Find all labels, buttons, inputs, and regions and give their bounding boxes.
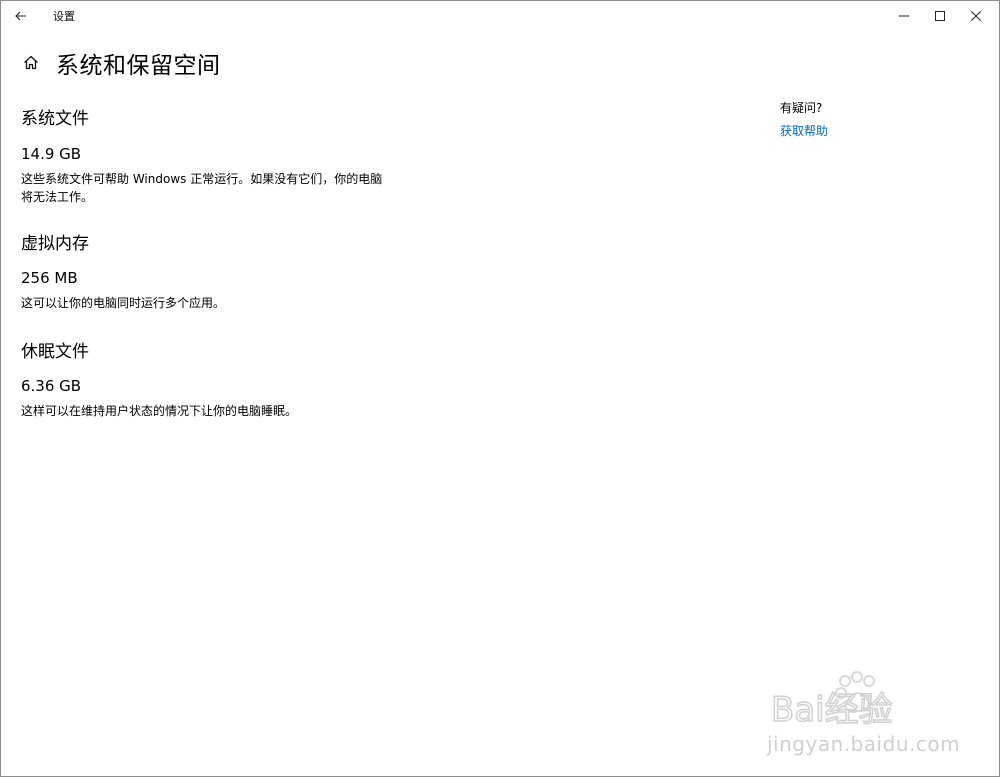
title-bar: 设置 (1, 1, 999, 31)
home-button[interactable] (20, 51, 42, 73)
home-icon (24, 55, 38, 69)
system-files-heading: 系统文件 (21, 109, 89, 129)
close-icon (971, 11, 981, 21)
hibernation-file-heading: 休眠文件 (21, 342, 89, 362)
page-title: 系统和保留空间 (56, 53, 221, 79)
watermark-brand: Bai经验 (771, 690, 893, 730)
settings-window: 设置 系统和保留空间 系统文件 14.9 GB 这些系统文件可帮助 Window… (0, 0, 1000, 777)
system-files-size: 14.9 GB (21, 145, 82, 163)
watermark-url: jingyan.baidu.com (767, 732, 961, 756)
maximize-icon (935, 11, 945, 21)
minimize-button[interactable] (887, 1, 921, 31)
back-arrow-icon (15, 11, 26, 21)
maximize-button[interactable] (923, 1, 957, 31)
system-files-description: 这些系统文件可帮助 Windows 正常运行。如果没有它们，你的电脑 将无法工作… (21, 170, 401, 206)
virtual-memory-description: 这可以让你的电脑同时运行多个应用。 (21, 296, 226, 310)
get-help-link[interactable]: 获取帮助 (780, 122, 828, 139)
back-button[interactable] (9, 5, 33, 27)
virtual-memory-size: 256 MB (21, 269, 78, 287)
window-title: 设置 (53, 10, 75, 23)
close-button[interactable] (959, 1, 993, 31)
hibernation-file-size: 6.36 GB (21, 377, 82, 395)
minimize-icon (899, 15, 909, 17)
hibernation-file-description: 这样可以在维持用户状态的情况下让你的电脑睡眠。 (21, 404, 298, 418)
help-question: 有疑问? (780, 101, 823, 115)
system-files-description-line2: 将无法工作。 (21, 190, 94, 204)
virtual-memory-heading: 虚拟内存 (21, 234, 89, 254)
system-files-description-line1: 这些系统文件可帮助 Windows 正常运行。如果没有它们，你的电脑 (21, 172, 383, 186)
